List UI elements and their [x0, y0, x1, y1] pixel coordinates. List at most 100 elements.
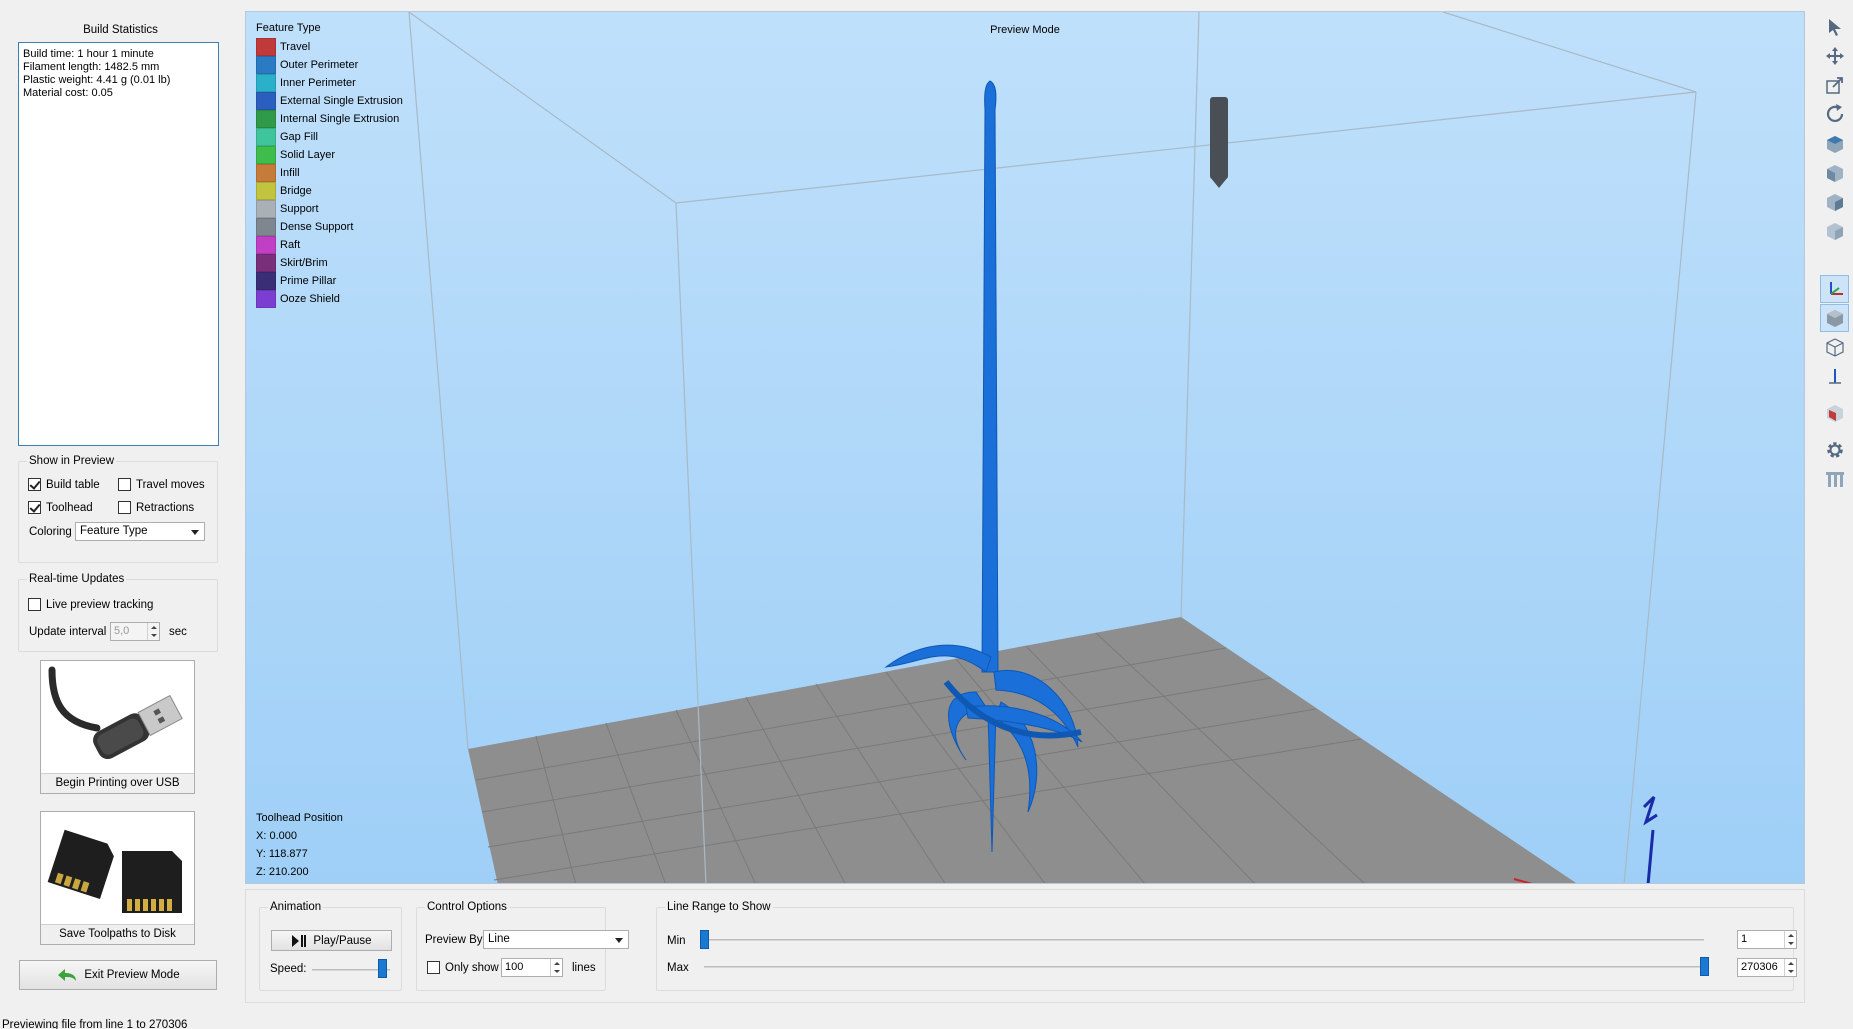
update-interval-spinbox[interactable]: 5,0: [110, 622, 160, 641]
spin-arrows-icon[interactable]: [550, 959, 562, 976]
legend-label: Support: [280, 203, 319, 215]
stat-filament-length: Filament length: 1482.5 mm: [23, 61, 160, 73]
legend-label: Infill: [280, 167, 300, 179]
stat-build-time: Build time: 1 hour 1 minute: [23, 48, 154, 60]
retractions-checkbox[interactable]: Retractions: [118, 501, 194, 514]
max-label: Max: [667, 962, 689, 974]
toolhead-position: Toolhead Position X: 0.000 Y: 118.877 Z:…: [256, 809, 343, 881]
view-cube-side-icon[interactable]: [1820, 188, 1849, 216]
spin-arrows-icon[interactable]: [1784, 959, 1796, 976]
toolhead-model: [1210, 97, 1228, 188]
toolhead-z: Z: 210.200: [256, 866, 309, 878]
speed-slider-handle[interactable]: [378, 959, 388, 978]
legend-swatch: [256, 200, 276, 218]
legend-swatch: [256, 74, 276, 92]
chevron-down-icon: [615, 938, 623, 943]
legend-label: Inner Perimeter: [280, 77, 356, 89]
travel-moves-checkbox[interactable]: Travel moves: [118, 478, 205, 491]
view-cube-top-icon[interactable]: [1820, 130, 1849, 158]
legend-swatch: [256, 290, 276, 308]
settings-gear-icon[interactable]: [1820, 436, 1849, 464]
max-slider-track[interactable]: [704, 966, 1704, 968]
legend-label: Bridge: [280, 185, 312, 197]
spin-arrows-icon[interactable]: [1784, 931, 1796, 948]
min-line-value: 1: [1741, 933, 1748, 945]
build-table-label: Build table: [46, 478, 100, 491]
legend-item: Solid Layer: [256, 146, 403, 164]
update-interval-unit: sec: [169, 626, 187, 638]
legend-label: Prime Pillar: [280, 275, 337, 287]
animation-title: Animation: [268, 901, 324, 913]
legend-swatch: [256, 128, 276, 146]
begin-printing-usb-button[interactable]: Begin Printing over USB: [40, 660, 195, 794]
legend-swatch: [256, 236, 276, 254]
play-pause-icon: [292, 934, 307, 947]
build-volume-scene: [408, 12, 1697, 883]
play-pause-button[interactable]: Play/Pause: [271, 930, 392, 951]
max-slider-handle[interactable]: [1700, 957, 1709, 976]
retractions-check[interactable]: [118, 501, 131, 514]
toolhead-check[interactable]: [28, 501, 41, 514]
left-panel: Build Statistics Build time: 1 hour 1 mi…: [11, 11, 230, 1001]
toolhead-checkbox[interactable]: Toolhead: [28, 501, 93, 514]
build-table-check[interactable]: [28, 478, 41, 491]
rotate-icon[interactable]: [1820, 100, 1849, 128]
build-statistics-box[interactable]: Build time: 1 hour 1 minute Filament len…: [18, 42, 219, 446]
legend-label: Internal Single Extrusion: [280, 113, 400, 125]
coloring-select[interactable]: Feature Type: [75, 522, 205, 541]
control-options-title: Control Options: [425, 901, 509, 913]
only-show-spinbox[interactable]: 100: [501, 958, 563, 977]
legend-swatch: [256, 182, 276, 200]
stat-plastic-weight: Plastic weight: 4.41 g (0.01 lb): [23, 74, 171, 86]
legend-swatch: [256, 218, 276, 236]
exit-preview-mode-label: Exit Preview Mode: [84, 969, 180, 981]
select-arrow-icon[interactable]: [1820, 13, 1849, 41]
z-axis-icon[interactable]: [1820, 362, 1849, 390]
legend-item: Infill: [256, 164, 403, 182]
spin-arrows-icon[interactable]: [147, 623, 159, 640]
chevron-down-icon: [191, 530, 199, 535]
build-table-checkbox[interactable]: Build table: [28, 478, 100, 491]
min-slider-track[interactable]: [704, 939, 1704, 941]
wireframe-view-icon[interactable]: [1820, 333, 1849, 361]
legend-swatch: [256, 56, 276, 74]
move-icon[interactable]: [1820, 42, 1849, 70]
control-options-group: Control Options Preview By Line Only sho…: [416, 901, 629, 991]
live-tracking-label: Live preview tracking: [46, 598, 154, 611]
solid-view-icon[interactable]: [1820, 304, 1849, 332]
usb-cable-icon: [42, 662, 193, 772]
play-pause-label: Play/Pause: [313, 934, 372, 947]
preview-by-select[interactable]: Line: [483, 930, 629, 949]
live-tracking-checkbox[interactable]: Live preview tracking: [28, 598, 153, 611]
travel-moves-check[interactable]: [118, 478, 131, 491]
legend-item: Gap Fill: [256, 128, 403, 146]
only-show-check[interactable]: [427, 961, 440, 974]
only-show-checkbox[interactable]: Only show: [427, 961, 499, 974]
exit-preview-mode-button[interactable]: Exit Preview Mode: [19, 960, 217, 990]
save-toolpaths-button[interactable]: Save Toolpaths to Disk: [40, 811, 195, 945]
legend-item: Internal Single Extrusion: [256, 110, 403, 128]
min-slider-handle[interactable]: [700, 930, 709, 949]
scale-icon[interactable]: [1820, 71, 1849, 99]
section-view-icon[interactable]: [1820, 399, 1849, 427]
legend-label: Dense Support: [280, 221, 354, 233]
view-cube-front-icon[interactable]: [1820, 159, 1849, 187]
3d-viewport[interactable]: Feature Type Travel Outer Perimeter Inner …: [245, 11, 1805, 884]
coloring-label: Coloring: [29, 526, 72, 538]
live-tracking-check[interactable]: [28, 598, 41, 611]
supports-icon[interactable]: [1820, 465, 1849, 493]
max-line-spinbox[interactable]: 270306: [1737, 958, 1797, 977]
back-arrow-icon: [58, 969, 77, 981]
retractions-label: Retractions: [136, 501, 195, 514]
coloring-value: Feature Type: [80, 525, 148, 537]
toolhead-x: X: 0.000: [256, 830, 297, 842]
view-cube-iso-icon[interactable]: [1820, 217, 1849, 245]
preview-by-value: Line: [488, 933, 510, 945]
min-line-spinbox[interactable]: 1: [1737, 930, 1797, 949]
axes-icon[interactable]: [1820, 275, 1849, 303]
legend-label: Solid Layer: [280, 149, 336, 161]
update-interval-label: Update interval: [29, 626, 107, 638]
build-statistics-title: Build Statistics: [83, 24, 158, 36]
feature-type-legend: Feature Type Travel Outer Perimeter Inner …: [256, 22, 403, 308]
realtime-updates-title: Real-time Updates: [27, 573, 127, 585]
